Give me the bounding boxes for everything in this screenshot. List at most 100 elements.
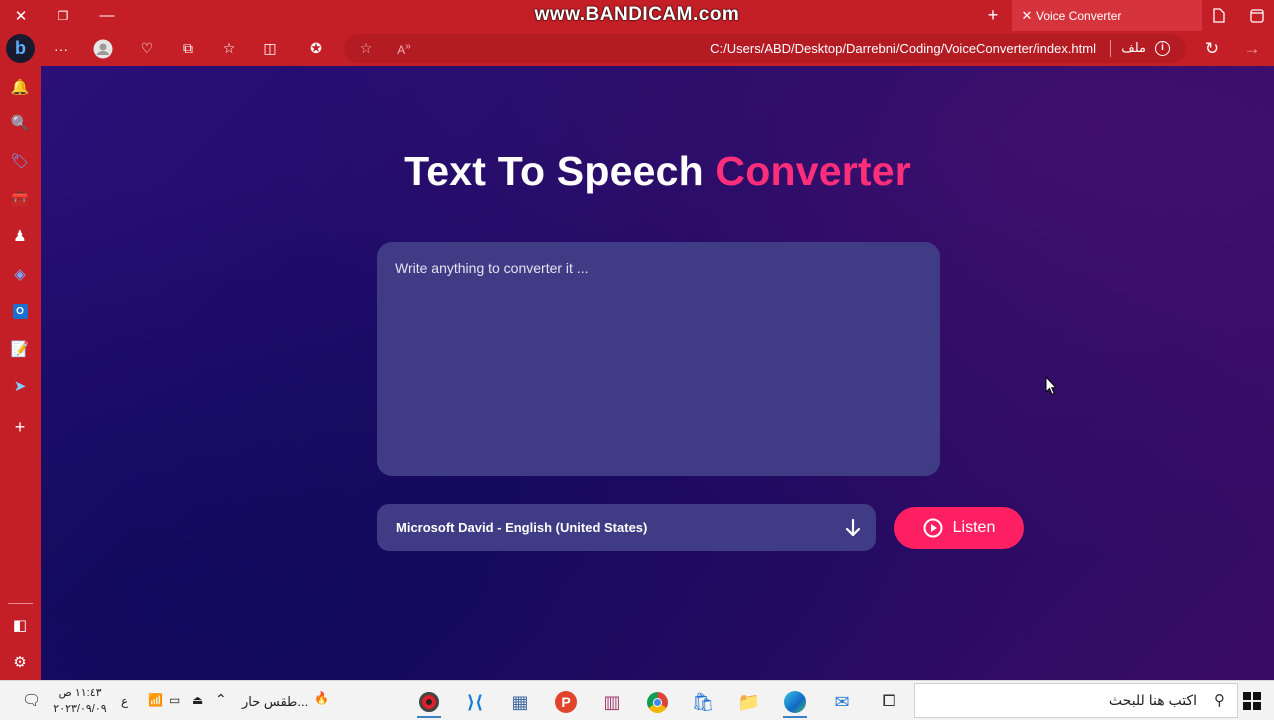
read-aloud-button[interactable]: A» <box>390 35 418 62</box>
tab-close-icon[interactable]: ✕ <box>1018 8 1036 24</box>
more-icon: ··· <box>54 40 68 57</box>
chevron-up-icon[interactable]: ⌃ <box>215 691 227 708</box>
sidebar-shopping[interactable]: 🏷 <box>9 150 31 172</box>
star-icon: ☆ <box>359 40 373 56</box>
sidebar-copilot[interactable]: ◈ <box>9 263 31 285</box>
bing-icon: b <box>15 38 26 58</box>
taskbar-winrar[interactable]: ▥ <box>592 686 632 718</box>
taskbar: 🗨 ١١:٤٣ ص ٢٠٢٣/٠٩/٠٩ ع 📶 ▭ ⏏ ⌃ طقس حار..… <box>0 680 1274 720</box>
notification-center-icon[interactable]: 🗨 <box>22 691 41 709</box>
tab-voice-converter[interactable]: ✕ Voice Converter <box>1012 0 1202 31</box>
tab-page-icon <box>1205 0 1233 31</box>
address-bar[interactable]: ☆ A» C:/Users/ABD/Desktop/Darrebni/Codin… <box>344 34 1186 63</box>
folder-icon: 📁 <box>737 691 761 712</box>
tab-actions-icon <box>1250 8 1264 23</box>
input-language[interactable]: ع <box>121 694 128 708</box>
taskbar-file-explorer[interactable]: 📁 <box>729 686 769 718</box>
sidebar-add[interactable]: + <box>9 416 31 438</box>
clock-date[interactable]: ٢٠٢٣/٠٩/٠٩ <box>50 702 110 715</box>
play-icon <box>923 518 943 538</box>
toolbox-icon: 🧰 <box>10 191 30 208</box>
restore-icon: ❐ <box>57 8 69 23</box>
winrar-icon: ▥ <box>603 691 621 712</box>
calculator-icon: ▦ <box>511 691 529 712</box>
collections-icon: ⧉ <box>183 40 193 56</box>
title-accent: Converter <box>715 148 911 194</box>
info-icon[interactable]: i <box>1155 41 1170 56</box>
taskbar-task-view[interactable]: ⧠ <box>869 686 909 718</box>
tab-actions-button[interactable] <box>1240 0 1274 31</box>
edge-icon <box>784 691 806 713</box>
sidebar-notifications[interactable]: 🔔 <box>9 76 31 98</box>
taskbar-store[interactable]: 🛍 <box>683 686 723 718</box>
vscode-icon: ⟩⟨ <box>466 691 484 712</box>
battery-icon[interactable]: ▭ <box>169 693 180 707</box>
clock-time[interactable]: ١١:٤٣ ص <box>54 686 106 699</box>
voice-select[interactable]: Microsoft David - English (United States… <box>377 504 876 551</box>
sidebar-drop[interactable]: 📝 <box>9 338 31 360</box>
minimize-window-button[interactable]: — <box>86 0 128 31</box>
task-view-icon: ⧠ <box>882 693 896 710</box>
extensions-icon: ✪ <box>310 40 322 56</box>
favorites-button[interactable]: ☆ <box>215 35 243 62</box>
close-window-button[interactable]: ✕ <box>0 0 42 31</box>
settings-more-button[interactable]: ··· <box>47 35 75 62</box>
sidebar-search[interactable]: 🔍 <box>9 112 31 134</box>
refresh-button[interactable]: ↻ <box>1198 35 1226 62</box>
sidebar-hide[interactable]: ◧ <box>9 614 31 636</box>
taskbar-edge[interactable] <box>775 686 815 718</box>
sidebar-settings[interactable]: ⚙ <box>9 651 31 673</box>
favorites-icon: ☆ <box>222 40 236 56</box>
title-main: Text To Speech <box>404 148 716 194</box>
taskbar-mail[interactable]: ✉ <box>822 686 862 718</box>
collections-button[interactable]: ⧉ <box>174 35 202 62</box>
sidebar-send[interactable]: ➤ <box>9 375 31 397</box>
bing-chat-button[interactable]: b <box>6 34 35 63</box>
title-bar: ✕ ❐ — www.BANDICAM.com + ✕ Voice Convert… <box>0 0 1274 31</box>
copilot-icon: ◈ <box>14 266 26 283</box>
weather-widget[interactable]: طقس حار... <box>242 694 308 710</box>
usb-icon[interactable]: ⏏ <box>192 693 203 707</box>
taskbar-calculator[interactable]: ▦ <box>500 686 540 718</box>
performance-button[interactable]: ♡ <box>133 35 161 62</box>
bell-icon: 🔔 <box>10 79 30 96</box>
mail-icon: ✉ <box>834 691 850 712</box>
listen-button[interactable]: Listen <box>894 507 1024 549</box>
sidebar-tools[interactable]: 🧰 <box>9 188 31 210</box>
restore-window-button[interactable]: ❐ <box>42 0 84 31</box>
split-screen-icon: ◫ <box>263 40 277 56</box>
new-tab-button[interactable]: + <box>972 0 1014 31</box>
tag-icon: 🏷 <box>10 153 30 170</box>
minimize-icon: — <box>99 7 115 24</box>
split-screen-button[interactable]: ◫ <box>256 35 284 62</box>
taskbar-chrome[interactable] <box>637 686 677 718</box>
taskbar-vscode[interactable]: ⟩⟨ <box>455 686 495 718</box>
search-icon: ⚲ <box>1214 692 1225 709</box>
voice-selected-label: Microsoft David - English (United States… <box>396 520 648 535</box>
arrow-down-icon <box>845 518 861 537</box>
mouse-cursor-icon <box>1045 376 1057 396</box>
sidebar-divider <box>8 603 33 604</box>
forward-button[interactable]: → <box>1238 35 1266 62</box>
address-separator <box>1110 40 1111 57</box>
taskbar-bandicam[interactable] <box>409 686 449 718</box>
text-input[interactable] <box>377 242 940 476</box>
weather-icon: 🔥 <box>314 691 329 705</box>
address-url[interactable]: C:/Users/ABD/Desktop/Darrebni/Coding/Voi… <box>710 41 1096 56</box>
close-icon: ✕ <box>14 7 28 25</box>
sidebar-games[interactable]: ♟ <box>9 225 31 247</box>
taskbar-app-p[interactable]: P <box>546 686 586 718</box>
store-icon: 🛍 <box>691 691 715 712</box>
sidebar-outlook[interactable]: O <box>9 300 31 322</box>
add-favorite-button[interactable]: ☆ <box>352 35 380 62</box>
profile-button[interactable] <box>89 35 117 62</box>
extensions-button[interactable]: ✪ <box>302 35 330 62</box>
taskbar-search[interactable]: اكتب هنا للبحث ⚲ <box>914 683 1238 718</box>
gear-icon: ⚙ <box>13 654 27 671</box>
wifi-icon[interactable]: 📶 <box>148 693 163 707</box>
profile-icon <box>93 39 113 58</box>
outlook-icon: O <box>12 303 28 319</box>
windows-start-icon[interactable] <box>1242 691 1262 711</box>
edit-icon: 📝 <box>10 341 30 358</box>
address-scheme-label: ملف <box>1121 40 1146 55</box>
